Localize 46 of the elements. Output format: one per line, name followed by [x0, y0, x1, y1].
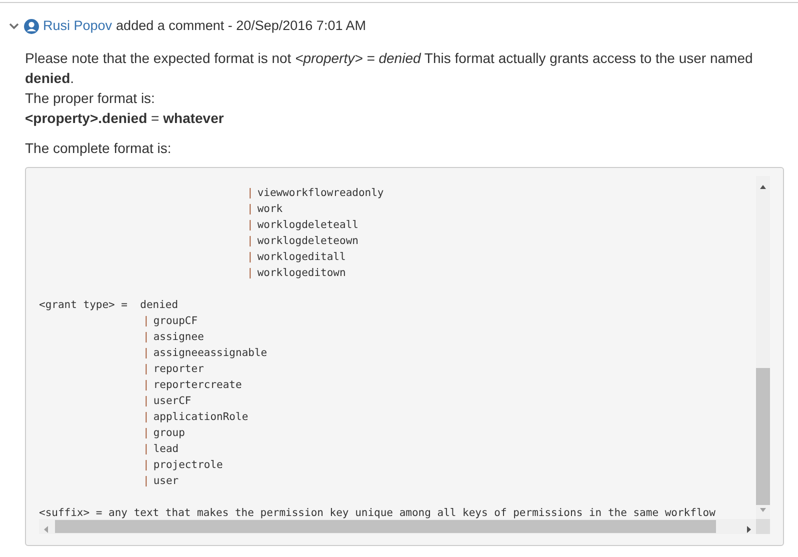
code-pipe: |	[247, 202, 254, 217]
code-pipe: |	[247, 218, 254, 233]
code-line: <grant type> = denied	[39, 298, 178, 313]
code-line: projectrole	[153, 458, 223, 473]
code-line: groupCF	[153, 314, 198, 329]
code-line: assigneeassignable	[153, 346, 268, 361]
code-pipe: |	[143, 442, 150, 457]
code-pipe: |	[143, 346, 150, 361]
code-line: assignee	[153, 330, 204, 345]
code-pipe: |	[247, 266, 254, 281]
comment-meta: added a comment - 20/Sep/2016 7:01 AM	[116, 17, 366, 35]
code-pipe: |	[247, 250, 254, 265]
code-line: reportercreate	[153, 378, 242, 393]
code-line: userCF	[153, 394, 192, 409]
code-pipe: |	[143, 474, 150, 489]
comment-text: The proper format is:	[25, 89, 156, 108]
code-pipe: |	[143, 426, 150, 441]
code-line: group	[153, 426, 185, 441]
code-pipe: |	[143, 314, 150, 329]
code-line: work	[257, 202, 283, 217]
code-pipe: |	[143, 362, 150, 377]
code-pipe: |	[247, 186, 254, 201]
author-link[interactable]: Rusi Popov	[43, 16, 112, 36]
code-line: worklogeditown	[257, 266, 346, 281]
code-line: worklogdeleteown	[257, 234, 358, 249]
comment-text: Please note that the expected format is not <property> = denied This format actually grants access to the user named denied.	[25, 49, 754, 88]
code-line: viewworkflowreadonly	[257, 186, 384, 201]
scrollbar-corner	[756, 519, 770, 534]
code-pipe: |	[143, 410, 150, 425]
comment-text: The complete format is:	[25, 139, 172, 158]
code-line: worklogdeleteall	[257, 218, 358, 233]
horizontal-scrollbar[interactable]	[39, 519, 756, 534]
code-line: <suffix> = any text that makes the permission key unique among all keys of permissions in the same workflow	[39, 506, 716, 521]
code-pipe: |	[143, 378, 150, 393]
code-line: lead	[153, 442, 179, 457]
code-pipe: |	[247, 234, 254, 249]
code-pipe: |	[143, 458, 150, 473]
code-pipe: |	[143, 330, 150, 345]
comment-text: <property>.denied = whatever	[25, 109, 225, 128]
code-line: worklogeditall	[257, 250, 346, 265]
code-pipe: |	[143, 394, 150, 409]
code-line: user	[153, 474, 179, 489]
code-line: reporter	[153, 362, 204, 377]
vertical-scrollbar[interactable]	[756, 176, 770, 519]
user-avatar-icon	[24, 18, 39, 34]
code-line: applicationRole	[153, 410, 248, 425]
